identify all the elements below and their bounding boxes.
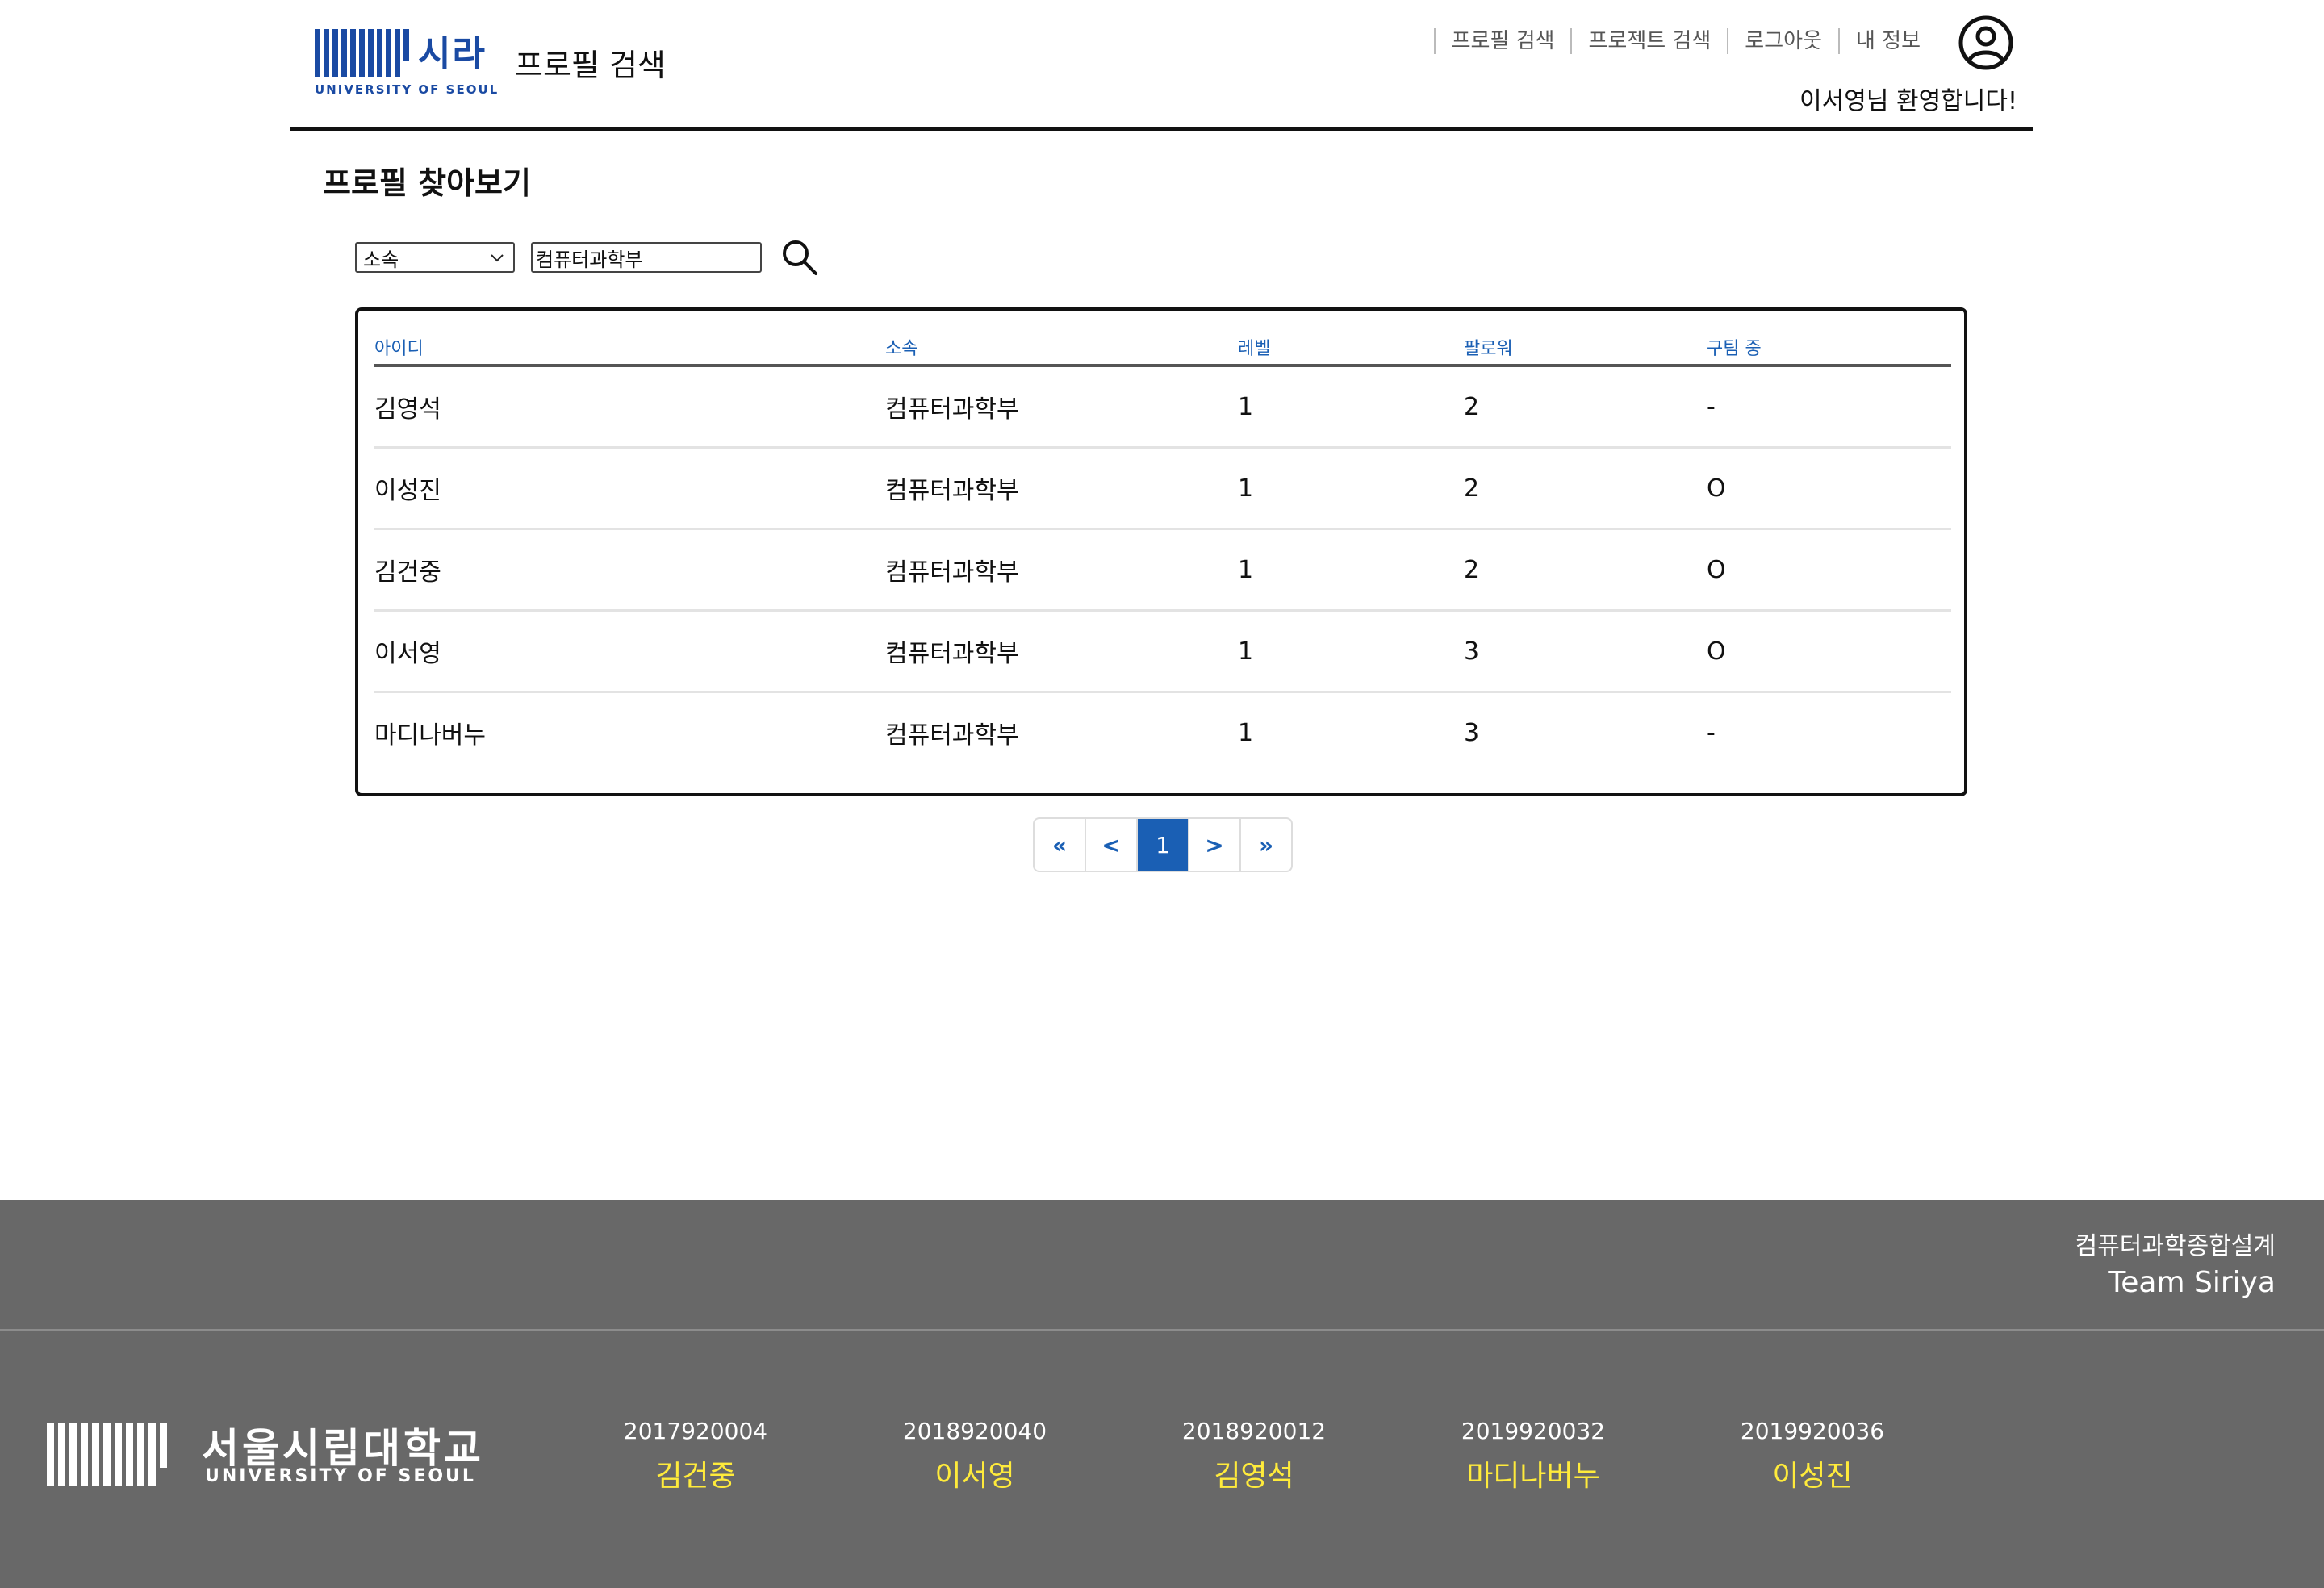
last-page-button[interactable]: » xyxy=(1241,819,1291,871)
cell-id[interactable]: 마디나버누 xyxy=(374,692,885,773)
first-page-button[interactable]: « xyxy=(1035,819,1086,871)
prev-page-button[interactable]: < xyxy=(1086,819,1138,871)
cell-affiliation: 컴퓨터과학부 xyxy=(885,529,1238,612)
member-name: 김건중 xyxy=(655,1460,736,1493)
section-title: 프로필 찾아보기 xyxy=(323,165,531,201)
cell-team-status: - xyxy=(1707,718,1716,747)
profile-table: 아이디 소속 레벨 팔로워 구팀 중 김영석 컴퓨터과학부 1 2 - 이성진 … xyxy=(374,330,1951,772)
user-circle-icon[interactable] xyxy=(1958,15,2014,71)
team-member: 2019920032 마디나버누 xyxy=(1428,1418,1638,1494)
cell-id[interactable]: 김영석 xyxy=(374,366,885,449)
page-1-button[interactable]: 1 xyxy=(1138,819,1189,871)
cell-team-status: O xyxy=(1707,610,1951,693)
column-header-affiliation[interactable]: 소속 xyxy=(885,330,1238,367)
column-header-level[interactable]: 레벨 xyxy=(1238,330,1464,367)
team-member: 2018920040 이서영 xyxy=(870,1418,1080,1494)
cell-followers: 2 xyxy=(1464,447,1707,530)
nav-project-search[interactable]: 프로젝트 검색 xyxy=(1570,28,1727,54)
member-name: 이서영 xyxy=(934,1460,1015,1493)
cell-level: 1 xyxy=(1238,718,1254,747)
cell-id[interactable]: 이성진 xyxy=(374,447,885,530)
cell-affiliation: 컴퓨터과학부 xyxy=(885,366,1238,449)
pagination: « < 1 > » xyxy=(1033,817,1293,872)
member-student-id: 2018920040 xyxy=(902,1418,1047,1444)
chevron-down-icon xyxy=(491,254,504,262)
logo-korean-text: 시라 xyxy=(418,33,487,74)
nav-profile-search[interactable]: 프로필 검색 xyxy=(1433,28,1571,54)
cell-affiliation: 컴퓨터과학부 xyxy=(885,610,1238,693)
member-student-id: 2019920032 xyxy=(1461,1418,1606,1444)
member-name: 마디나버누 xyxy=(1466,1460,1600,1493)
cell-id[interactable]: 김건중 xyxy=(374,529,885,612)
member-name: 이성진 xyxy=(1772,1460,1853,1493)
column-header-id[interactable]: 아이디 xyxy=(374,330,885,367)
team-member: 2018920012 김영석 xyxy=(1149,1418,1359,1494)
search-icon[interactable] xyxy=(780,237,820,278)
site-footer: 컴퓨터과학종합설계 Team Siriya 서울시립대학교 UNIVERSITY… xyxy=(0,1200,2324,1588)
footer-top: 컴퓨터과학종합설계 Team Siriya xyxy=(0,1200,2324,1331)
cell-affiliation: 컴퓨터과학부 xyxy=(885,721,1019,750)
footer-course-name: 컴퓨터과학종합설계 xyxy=(2075,1232,2276,1260)
cell-level: 1 xyxy=(1238,366,1464,449)
search-input[interactable] xyxy=(531,242,762,273)
logo-mark-icon xyxy=(315,29,413,77)
cell-id[interactable]: 이서영 xyxy=(374,610,885,693)
university-logo-mark-icon xyxy=(47,1423,176,1486)
search-bar: 소속 xyxy=(355,239,820,276)
page-heading: 프로필 검색 xyxy=(515,48,666,83)
cell-level: 1 xyxy=(1238,529,1464,612)
table-row[interactable]: 이서영 컴퓨터과학부 1 3 O xyxy=(374,610,1951,693)
footer-team-name: Team Siriya xyxy=(2108,1266,2276,1299)
cell-affiliation: 컴퓨터과학부 xyxy=(885,447,1238,530)
cell-followers: 3 xyxy=(1464,718,1480,747)
cell-followers: 2 xyxy=(1464,366,1707,449)
cell-followers: 3 xyxy=(1464,610,1707,693)
column-header-team-status[interactable]: 구팀 중 xyxy=(1707,330,1951,367)
cell-team-status: - xyxy=(1707,366,1951,449)
welcome-message: 이서영님 환영합니다! xyxy=(1799,87,2017,115)
filter-select[interactable]: 소속 xyxy=(355,242,515,273)
column-header-followers[interactable]: 팔로워 xyxy=(1464,330,1707,367)
table-row[interactable]: 김건중 컴퓨터과학부 1 2 O xyxy=(374,529,1951,612)
university-logo: 서울시립대학교 UNIVERSITY OF SEOUL xyxy=(47,1423,481,1495)
member-student-id: 2017920004 xyxy=(623,1418,768,1444)
table-row[interactable]: 이성진 컴퓨터과학부 1 2 O xyxy=(374,447,1951,530)
member-student-id: 2019920036 xyxy=(1740,1418,1885,1444)
cell-team-status: O xyxy=(1707,447,1951,530)
table-header-row: 아이디 소속 레벨 팔로워 구팀 중 xyxy=(374,330,1951,367)
nav-logout[interactable]: 로그아웃 xyxy=(1727,28,1838,54)
member-student-id: 2018920012 xyxy=(1181,1418,1327,1444)
member-name: 김영석 xyxy=(1214,1460,1294,1493)
cell-team-status: O xyxy=(1707,529,1951,612)
team-member: 2017920004 김건중 xyxy=(591,1418,800,1494)
cell-level: 1 xyxy=(1238,447,1464,530)
logo-english-text: UNIVERSITY OF SEOUL xyxy=(315,82,499,97)
profile-table-container: 아이디 소속 레벨 팔로워 구팀 중 김영석 컴퓨터과학부 1 2 - 이성진 … xyxy=(355,307,1967,796)
nav-my-info[interactable]: 내 정보 xyxy=(1837,28,1937,54)
sira-logo[interactable]: 시라 UNIVERSITY OF SEOUL xyxy=(315,29,497,98)
top-navigation: 프로필 검색 프로젝트 검색 로그아웃 내 정보 xyxy=(1433,27,1937,55)
site-header: 시라 UNIVERSITY OF SEOUL 프로필 검색 프로필 검색 프로젝… xyxy=(290,0,2034,131)
filter-selected-value: 소속 xyxy=(363,248,399,271)
cell-followers: 2 xyxy=(1464,529,1707,612)
university-name-english: UNIVERSITY OF SEOUL xyxy=(205,1466,476,1486)
next-page-button[interactable]: > xyxy=(1189,819,1241,871)
table-row[interactable]: 김영석 컴퓨터과학부 1 2 - xyxy=(374,366,1951,449)
team-member: 2019920036 이성진 xyxy=(1707,1418,1917,1494)
cell-level: 1 xyxy=(1238,610,1464,693)
table-row[interactable]: 마디나버누 컴퓨터과학부 1 3 - xyxy=(374,692,1951,773)
